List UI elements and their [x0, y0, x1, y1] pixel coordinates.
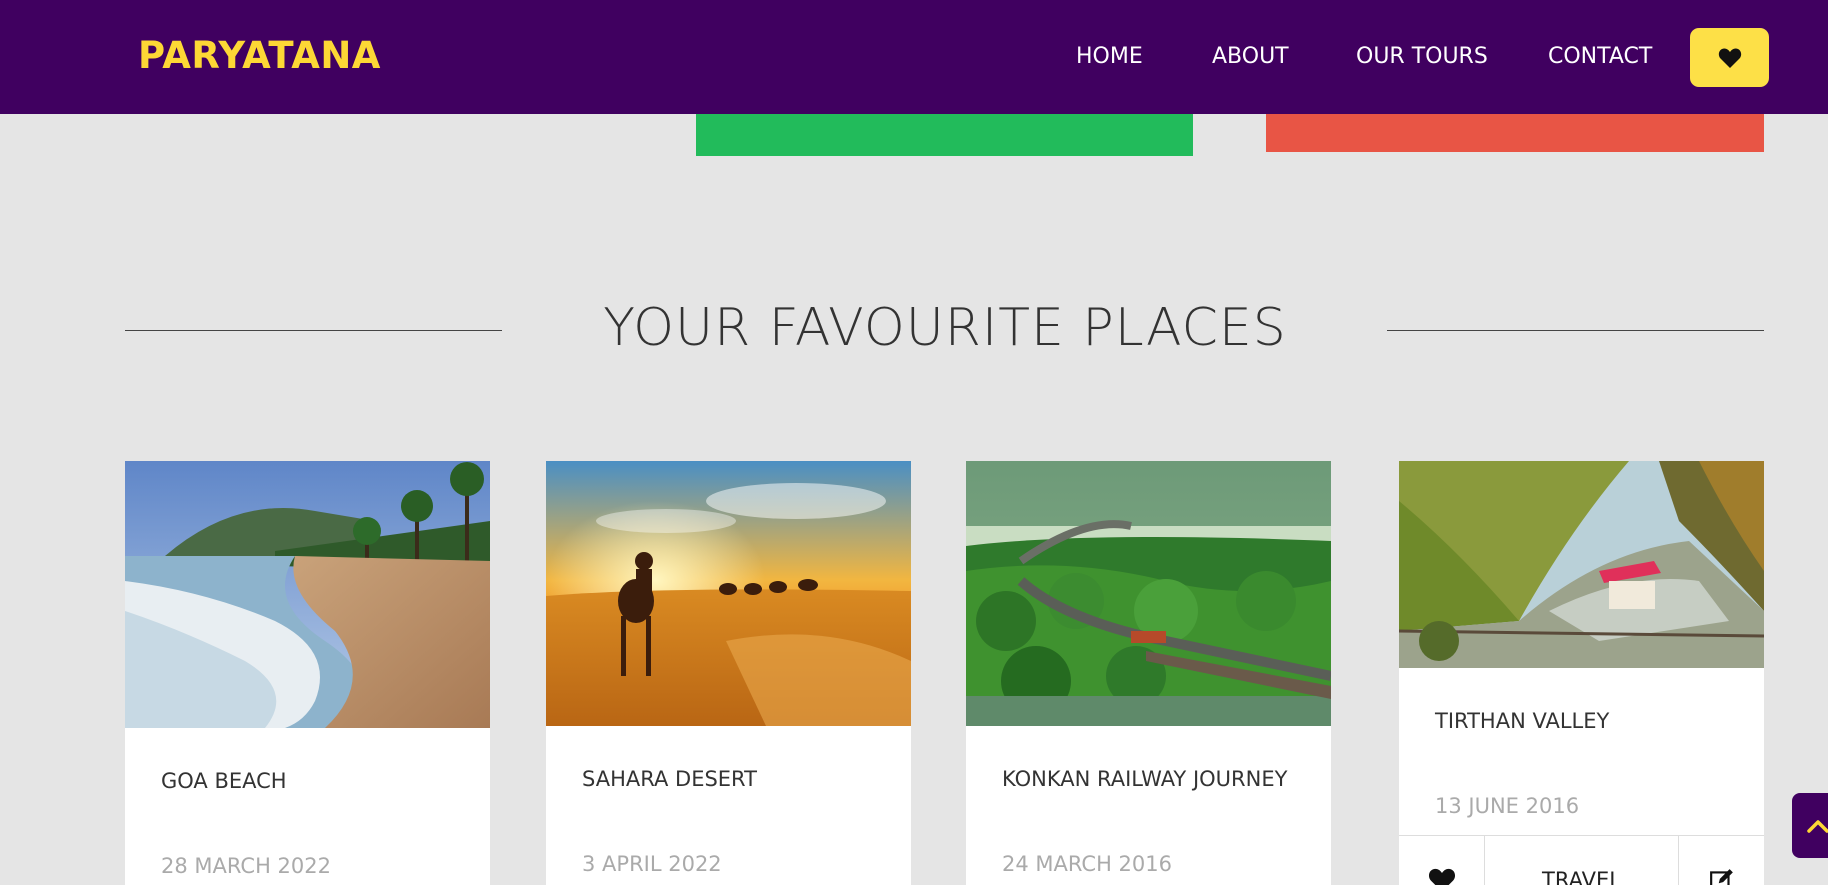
card-footer: TRAVEL — [1399, 835, 1764, 885]
card-title[interactable]: TIRTHAN VALLEY — [1435, 709, 1609, 733]
site-header: PARYATANA HOME ABOUT OUR TOURS CONTACT — [0, 0, 1828, 114]
edit-icon — [1709, 869, 1733, 885]
red-button-block[interactable] — [1266, 108, 1764, 152]
sahara-desert-image — [546, 461, 911, 726]
card-title[interactable]: KONKAN RAILWAY JOURNEY — [1002, 767, 1287, 791]
section-title: YOUR FAVOURITE PLACES — [603, 298, 1287, 358]
card-date: 3 APRIL 2022 — [582, 852, 722, 876]
nav-about[interactable]: ABOUT — [1212, 44, 1289, 69]
place-card-sahara-desert[interactable]: SAHARA DESERT 3 APRIL 2022 — [546, 461, 911, 885]
brand-logo[interactable]: PARYATANA — [138, 34, 381, 77]
nav-contact[interactable]: CONTACT — [1548, 44, 1652, 69]
place-card-tirthan-valley[interactable]: TIRTHAN VALLEY 13 JUNE 2016 TRAVEL — [1399, 461, 1764, 885]
card-date: 13 JUNE 2016 — [1435, 794, 1580, 818]
place-card-konkan-railway[interactable]: KONKAN RAILWAY JOURNEY 24 MARCH 2016 — [966, 461, 1331, 885]
heart-icon — [1718, 47, 1741, 68]
title-rule-right — [1387, 330, 1764, 331]
heart-icon — [1428, 868, 1455, 885]
tirthan-valley-image — [1399, 461, 1764, 668]
goa-beach-image — [125, 461, 490, 728]
like-button[interactable] — [1399, 836, 1485, 885]
green-button-block[interactable] — [696, 108, 1193, 156]
card-date: 28 MARCH 2022 — [161, 854, 331, 878]
place-card-goa-beach[interactable]: GOA BEACH 28 MARCH 2022 — [125, 461, 490, 885]
card-title[interactable]: GOA BEACH — [161, 769, 287, 793]
card-date: 24 MARCH 2016 — [1002, 852, 1172, 876]
chevron-up-icon — [1807, 819, 1828, 833]
nav-our-tours[interactable]: OUR TOURS — [1356, 44, 1488, 69]
favourites-button[interactable] — [1690, 28, 1769, 87]
nav-home[interactable]: HOME — [1076, 44, 1143, 69]
category-tag[interactable]: TRAVEL — [1485, 836, 1679, 885]
edit-button[interactable] — [1679, 836, 1764, 885]
card-title[interactable]: SAHARA DESERT — [582, 767, 757, 791]
category-label: TRAVEL — [1542, 868, 1621, 885]
scroll-to-top-button[interactable] — [1792, 793, 1828, 858]
konkan-railway-image — [966, 461, 1331, 726]
